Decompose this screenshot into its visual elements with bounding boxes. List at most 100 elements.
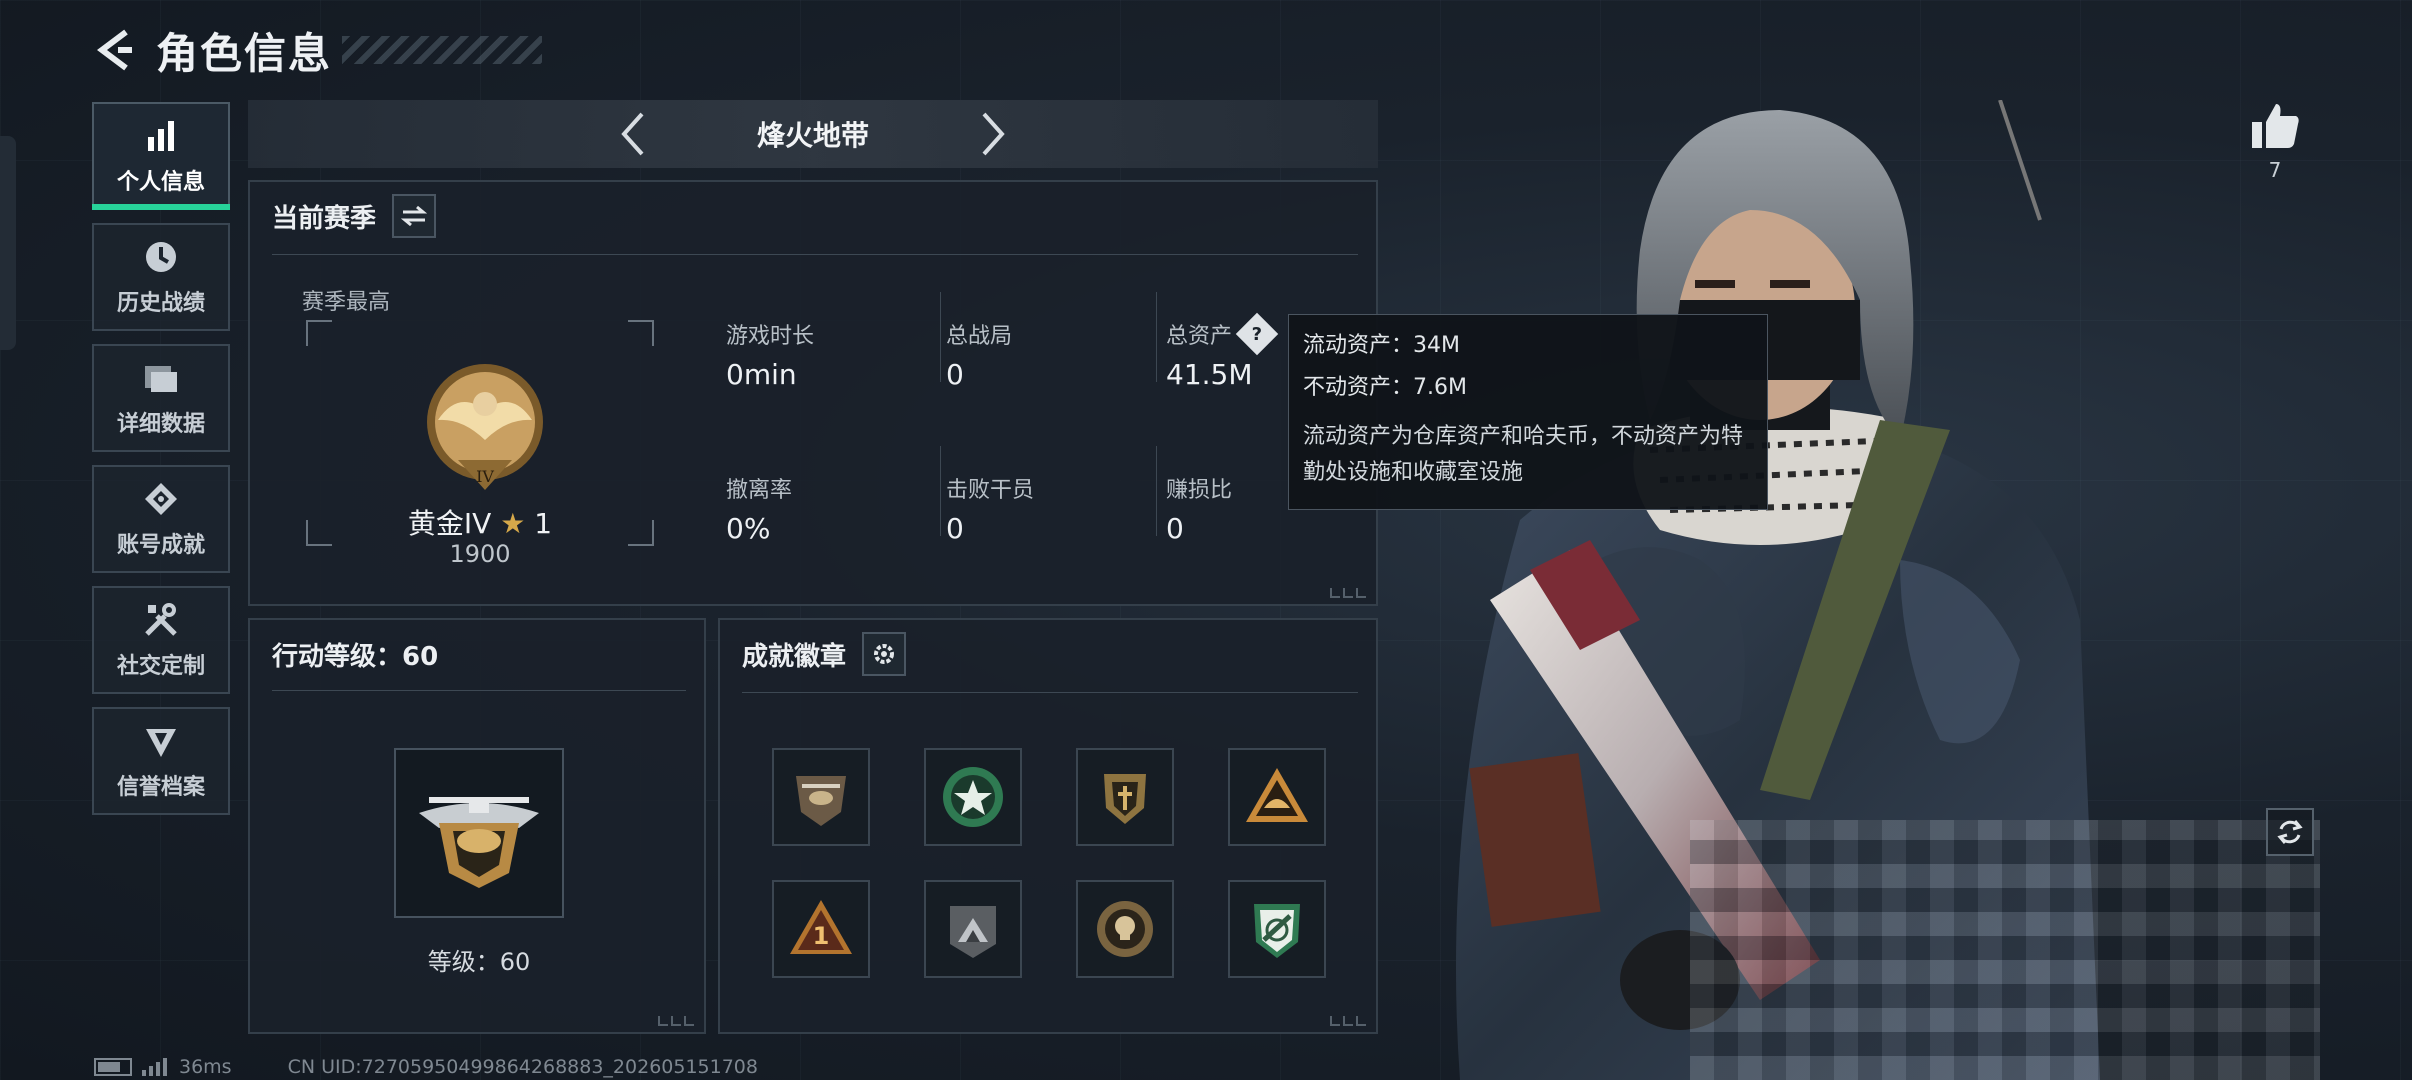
like-button[interactable] (2245, 96, 2305, 156)
bar-chart-icon (141, 116, 181, 156)
badge-slot[interactable] (1076, 880, 1174, 978)
rifle-shield-badge-icon (1254, 904, 1300, 958)
stat-label: 游戏时长 (726, 324, 815, 349)
sidebar-item-reputation[interactable]: 信誉档案 (92, 707, 230, 815)
rotate-character-button[interactable] (2266, 808, 2314, 856)
stat-label: 击败干员 (946, 478, 1035, 503)
badge-slot[interactable]: 1 (772, 880, 870, 978)
rotate-icon (2277, 820, 2303, 844)
badge-slot[interactable] (772, 748, 870, 846)
stat-label: 撤离率 (726, 478, 793, 503)
status-bar: 36ms CN UID:727059504998642688​83_202605… (94, 1054, 758, 1080)
back-button[interactable] (90, 20, 142, 80)
sidebar-item-social[interactable]: 社交定制 (92, 586, 230, 694)
rank-name: 黄金IV (407, 507, 492, 540)
corner-decoration (658, 1016, 694, 1026)
stat-value: 0 (946, 358, 964, 391)
ping-text: 36ms (179, 1056, 232, 1078)
shield-crest-badge-icon (1104, 774, 1146, 824)
top-bar: 角色信息 (90, 20, 543, 80)
stat-value: 0 (946, 512, 964, 545)
sidebar-item-label: 详细数据 (116, 412, 205, 437)
level-emblem[interactable] (394, 748, 564, 918)
next-mode-button[interactable] (963, 104, 1023, 164)
game-screen: 角色信息 个人信息 历史战绩 详细数据 账号成就 社交定制 信誉档案 烽火地带 … (0, 0, 2412, 1080)
stat-play-time: 游戏时长 0min (726, 318, 926, 391)
season-header: 当前赛季 (272, 194, 437, 238)
page-title: 角色信息 (156, 28, 333, 78)
divider (1156, 292, 1157, 382)
sidebar-item-detailed-data[interactable]: 详细数据 (92, 344, 230, 452)
chevron-left-icon (621, 112, 644, 156)
badge-slot[interactable] (924, 748, 1022, 846)
fixed-assets-text: 不动资产：7.6M (1303, 375, 1467, 400)
level-text: 等级：60 (427, 948, 531, 976)
badge-grid: 1 (772, 748, 1326, 978)
stat-label: 总资产 (1166, 324, 1233, 349)
stat-operators-defeated: 击败干员 0 (946, 472, 1146, 545)
mountain-shield-badge-icon (950, 906, 996, 958)
panel-title: 行动等级：60 (272, 642, 439, 672)
rank-line: 黄金IV ★ 1 (306, 502, 654, 542)
question-mark-icon: ? (1251, 323, 1263, 345)
stat-value: 0% (726, 512, 771, 545)
divider (1156, 446, 1157, 536)
badge-slot[interactable] (924, 880, 1022, 978)
prev-mode-button[interactable] (603, 104, 663, 164)
stat-label: 总战局 (946, 324, 1013, 349)
sidebar-item-personal-info[interactable]: 个人信息 (92, 102, 230, 210)
badge-slot[interactable] (1228, 880, 1326, 978)
sidebar-item-label: 信誉档案 (116, 775, 205, 800)
badge-settings-button[interactable] (862, 632, 907, 676)
divider (742, 692, 1358, 693)
folder-icon (141, 358, 181, 398)
uid-text: CN UID:727059504998642688​83_20260515170… (287, 1056, 758, 1078)
divider (272, 690, 686, 691)
sidebar-item-achievements[interactable]: 账号成就 (92, 465, 230, 573)
screen-edge-tab (0, 136, 16, 350)
level-header: 行动等级：60 (272, 636, 438, 673)
sidebar-item-history[interactable]: 历史战绩 (92, 223, 230, 331)
liquid-assets-text: 流动资产：34M (1303, 333, 1460, 358)
sidebar-item-label: 账号成就 (116, 533, 205, 558)
badge-header: 成就徽章 (742, 632, 907, 676)
badge-slot[interactable] (1228, 748, 1326, 846)
star-wreath-badge-icon (943, 767, 1003, 827)
divider (940, 292, 941, 382)
sidebar-item-label: 历史战绩 (116, 291, 205, 316)
like-count: 7 (2268, 158, 2282, 182)
skull-wings-badge-icon (1097, 901, 1153, 957)
rank-stars: 1 (534, 507, 553, 540)
sidebar-item-label: 社交定制 (116, 654, 205, 679)
helicopter-badge-icon (796, 776, 846, 826)
stat-value: 0min (726, 358, 797, 391)
corner-decoration (1330, 588, 1366, 598)
sidebar-item-label: 个人信息 (116, 170, 205, 195)
shield-emblem-icon (141, 721, 181, 761)
season-best-label: 赛季最高 (302, 290, 391, 315)
switch-season-button[interactable] (392, 194, 437, 238)
swap-arrows-icon (401, 205, 428, 227)
helicopter-emblem-icon (419, 797, 539, 888)
achievement-badge-panel: 成就徽章 1 (718, 618, 1378, 1034)
back-arrow-icon (97, 29, 132, 71)
star-icon: ★ (500, 507, 526, 540)
history-clock-icon (141, 237, 181, 277)
signal-icon (142, 1058, 167, 1076)
divider (272, 254, 1358, 255)
svg-text:IV: IV (476, 467, 494, 486)
badge-slot[interactable] (1076, 748, 1174, 846)
help-button[interactable]: ? (1235, 312, 1279, 356)
corner-decoration (1330, 1016, 1366, 1026)
stat-extraction-rate: 撤离率 0% (726, 472, 926, 545)
battery-icon (94, 1058, 132, 1076)
current-season-panel: 当前赛季 赛季最高 IV 黄金IV ★ 1 1900 游戏时长 0min 总战局… (248, 180, 1378, 606)
stat-total-matches: 总战局 0 (946, 318, 1146, 391)
thumbs-up-icon (2252, 104, 2299, 148)
achievement-diamond-icon (141, 479, 181, 519)
assets-description: 流动资产为仓库资产和哈夫币，不动资产为特勤处设施和收藏室设施 (1303, 424, 1744, 485)
panel-title: 当前赛季 (272, 203, 377, 234)
title-decoration (342, 36, 543, 64)
assets-tooltip: 流动资产：34M 不动资产：7.6M 流动资产为仓库资产和哈夫币，不动资产为特勤… (1288, 314, 1768, 510)
panel-title: 成就徽章 (742, 641, 847, 672)
